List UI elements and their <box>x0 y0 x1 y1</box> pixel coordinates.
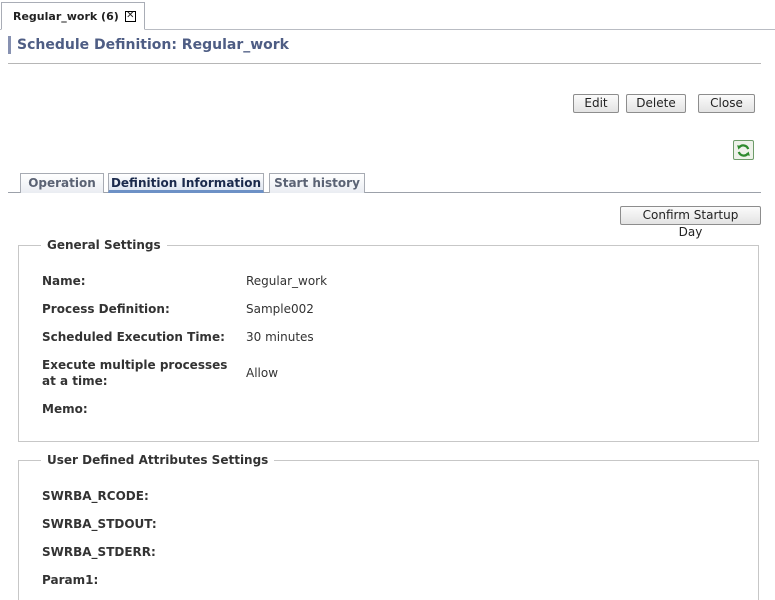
field-value: Regular_work <box>246 274 328 288</box>
field-label: Param1: <box>42 573 99 587</box>
field-label: Process Definition: <box>42 302 170 316</box>
tab-start-history[interactable]: Start history <box>269 173 365 193</box>
field-label: SWRBA_STDOUT: <box>42 517 157 531</box>
field-label: Name: <box>42 274 86 288</box>
title-divider <box>8 63 761 64</box>
field-value: Allow <box>246 366 279 380</box>
document-tab-label: Regular_work (6) <box>13 9 119 23</box>
close-icon[interactable]: ✕ <box>124 10 136 22</box>
field-label: Execute multiple processes at a time: <box>42 358 228 388</box>
general-settings-legend: General Settings <box>41 238 167 253</box>
close-button[interactable]: Close <box>698 94 755 113</box>
user-defined-attributes-group: User Defined Attributes Settings SWRBA_R… <box>18 453 759 600</box>
tab-definition-information[interactable]: Definition Information <box>108 173 264 193</box>
edit-button[interactable]: Edit <box>573 94 619 113</box>
general-settings-group: General Settings Name: Regular_work Proc… <box>18 238 759 442</box>
delete-button[interactable]: Delete <box>626 94 686 113</box>
refresh-button[interactable] <box>733 140 754 160</box>
user-defined-attributes-legend: User Defined Attributes Settings <box>41 453 275 468</box>
tab-operation[interactable]: Operation <box>20 173 104 193</box>
refresh-icon <box>737 143 750 157</box>
definition-tabs: Operation Definition Information Start h… <box>8 172 761 193</box>
document-tab-strip: Regular_work (6) ✕ <box>0 0 775 30</box>
confirm-startup-day-button[interactable]: Confirm Startup Day <box>620 206 761 239</box>
field-value: Sample002 <box>246 302 314 316</box>
field-label: SWRBA_STDERR: <box>42 545 156 559</box>
field-value: 30 minutes <box>246 330 314 344</box>
document-tab[interactable]: Regular_work (6) ✕ <box>1 2 145 30</box>
field-label: Memo: <box>42 402 88 416</box>
page-title: Schedule Definition: Regular_work <box>8 36 289 54</box>
field-label: SWRBA_RCODE: <box>42 489 149 503</box>
field-label: Scheduled Execution Time: <box>42 330 225 344</box>
